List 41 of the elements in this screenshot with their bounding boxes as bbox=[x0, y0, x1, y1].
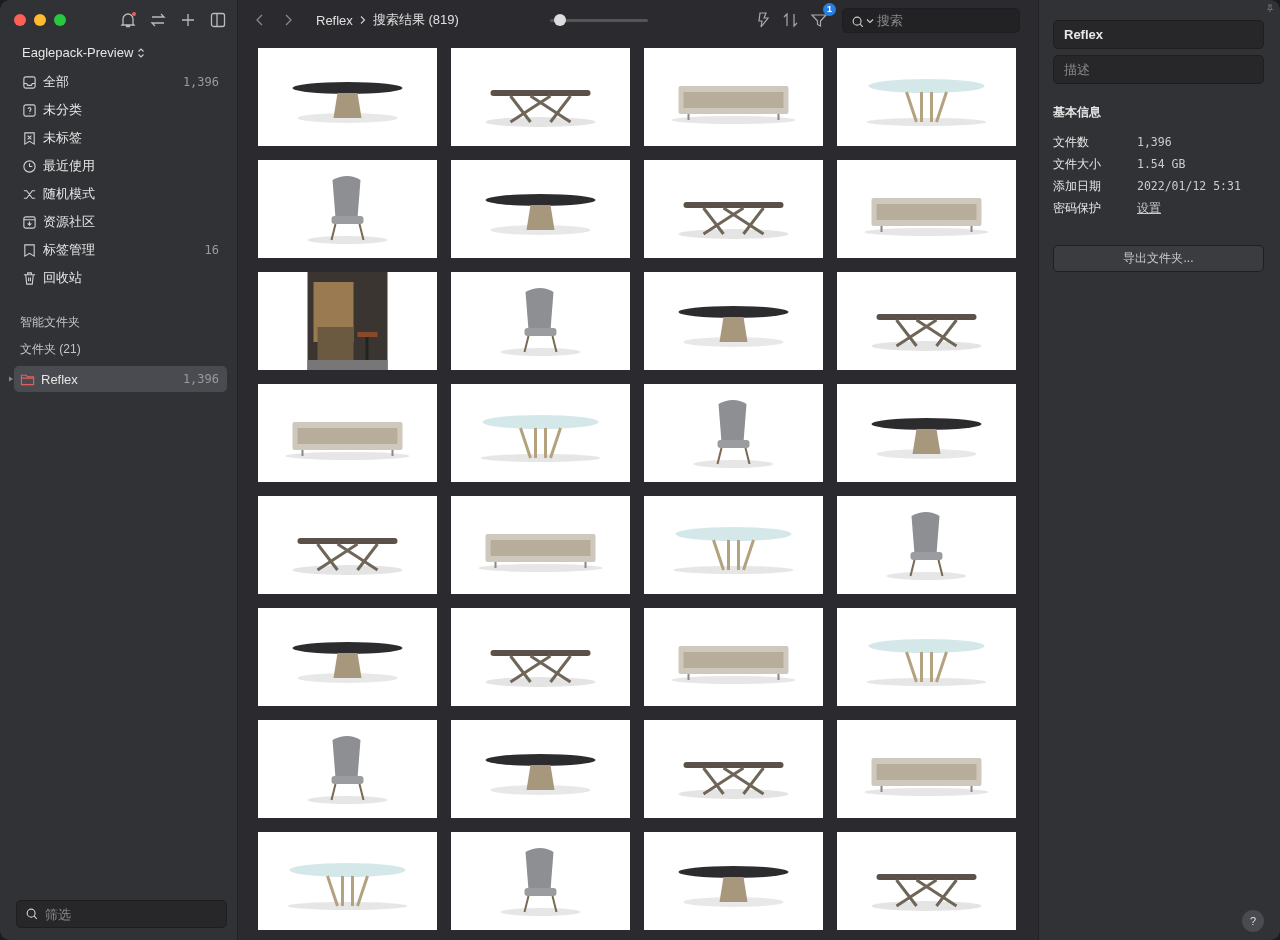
sidebar-item-label: 随机模式 bbox=[43, 185, 95, 203]
sidebar-item[interactable]: 未分类 bbox=[14, 96, 227, 124]
sidebar-item-label: 标签管理 bbox=[43, 241, 95, 259]
property-value: 2022/01/12 5:31 bbox=[1137, 179, 1241, 193]
export-folder-button[interactable]: 导出文件夹... bbox=[1053, 245, 1264, 272]
name-field[interactable]: Reflex bbox=[1053, 20, 1264, 49]
help-button[interactable]: ? bbox=[1242, 910, 1264, 932]
sidebar-item[interactable]: 资源社区 bbox=[14, 208, 227, 236]
property-label: 密码保护 bbox=[1053, 199, 1102, 217]
sidebar-item[interactable]: 随机模式 bbox=[14, 180, 227, 208]
property-label: 文件大小 bbox=[1053, 155, 1102, 173]
sidebar-item-label: 未标签 bbox=[43, 129, 82, 147]
set-password-link[interactable]: 设置 bbox=[1137, 199, 1161, 217]
folder-name: Reflex bbox=[41, 371, 78, 387]
item-count: 1,396 bbox=[182, 372, 219, 386]
filter-field[interactable]: 筛选 bbox=[16, 900, 227, 928]
sidebar-item[interactable]: 未标签 bbox=[14, 124, 227, 152]
search-field[interactable]: 搜索 bbox=[842, 7, 1020, 33]
sidebar-item-label: 全部 bbox=[43, 73, 69, 91]
sidebar-item[interactable]: 全部 1,396 bbox=[14, 68, 227, 96]
property-value: 1.54 GB bbox=[1137, 157, 1186, 171]
sidebar-item[interactable]: 最近使用 bbox=[14, 152, 227, 180]
breadcrumb-item[interactable]: Reflex bbox=[316, 12, 353, 28]
sidebar-item[interactable]: 回收站 bbox=[14, 264, 227, 292]
sidebar-item-label: 资源社区 bbox=[43, 213, 95, 231]
item-count: 1,396 bbox=[182, 75, 219, 89]
description-field[interactable]: 描述 bbox=[1053, 55, 1264, 84]
sidebar-item[interactable]: 标签管理 16 bbox=[14, 236, 227, 264]
property-label: 文件数 bbox=[1053, 133, 1090, 151]
filter-count-badge: 1 bbox=[823, 3, 836, 16]
property-label: 添加日期 bbox=[1053, 177, 1102, 195]
sidebar-item-label: 未分类 bbox=[43, 101, 82, 119]
library-switcher[interactable]: Eaglepack-Preview bbox=[14, 40, 154, 68]
property-value: 1,396 bbox=[1137, 135, 1172, 149]
breadcrumb-item[interactable]: 搜索结果 (819) bbox=[372, 11, 459, 29]
item-count: 16 bbox=[204, 243, 219, 257]
section-heading[interactable]: 智能文件夹 bbox=[14, 292, 86, 337]
sidebar-item-label: 回收站 bbox=[43, 269, 82, 287]
section-title: 基本信息 bbox=[1053, 104, 1101, 121]
sidebar-item-label: 最近使用 bbox=[43, 157, 95, 175]
section-heading[interactable]: 文件夹 (21) bbox=[14, 337, 87, 364]
